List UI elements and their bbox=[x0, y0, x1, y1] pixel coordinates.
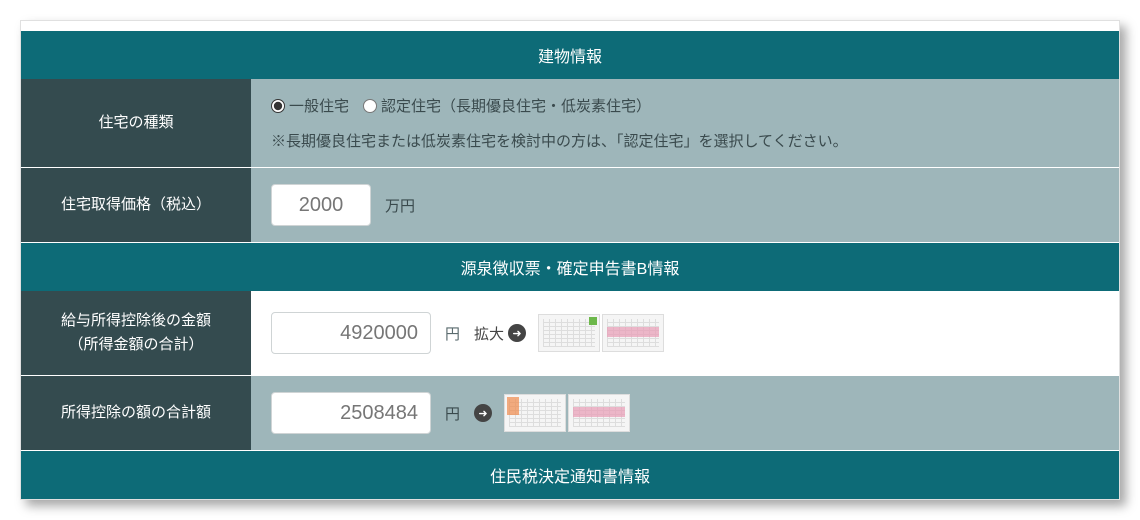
radio-general-label: 一般住宅 bbox=[289, 95, 349, 116]
label-deduction: 所得控除の額の合計額 bbox=[21, 376, 251, 450]
content-house-type: 一般住宅 認定住宅（長期優良住宅・低炭素住宅） ※長期優良住宅または低炭素住宅を… bbox=[251, 79, 1119, 167]
house-type-note: ※長期優良住宅または低炭素住宅を検討中の方は、「認定住宅」を選択してください。 bbox=[271, 130, 1099, 151]
expand-button[interactable]: 拡大 ➜ bbox=[474, 323, 526, 344]
thumbnail-group-deduction bbox=[504, 394, 630, 432]
price-input[interactable] bbox=[271, 184, 371, 226]
arrow-right-icon: ➜ bbox=[508, 324, 526, 342]
section-header-tax: 源泉徴収票・確定申告書B情報 bbox=[21, 243, 1119, 291]
expand-label: 拡大 bbox=[474, 323, 504, 344]
row-house-type: 住宅の種類 一般住宅 認定住宅（長期優良住宅・低炭素住宅） ※長期優良住宅または… bbox=[21, 79, 1119, 168]
thumbnail-form-icon[interactable] bbox=[602, 314, 664, 352]
label-income-line2: （所得金額の合計） bbox=[68, 333, 203, 357]
label-income-line1: 給与所得控除後の金額 bbox=[61, 309, 211, 333]
radio-certified-label: 認定住宅（長期優良住宅・低炭素住宅） bbox=[381, 95, 651, 116]
deduction-input[interactable] bbox=[271, 392, 431, 434]
price-unit: 万円 bbox=[385, 195, 415, 216]
content-income: 円 拡大 ➜ bbox=[251, 291, 1119, 375]
form-container: 建物情報 住宅の種類 一般住宅 認定住宅（長期優良住宅・低炭素住宅） ※長期優良… bbox=[20, 20, 1120, 500]
radio-certified-input[interactable] bbox=[363, 99, 377, 113]
thumbnail-form-icon[interactable] bbox=[504, 394, 566, 432]
radio-option-general[interactable]: 一般住宅 bbox=[271, 95, 349, 116]
income-unit: 円 bbox=[445, 323, 460, 344]
thumbnail-form-icon[interactable] bbox=[538, 314, 600, 352]
thumbnail-form-icon[interactable] bbox=[568, 394, 630, 432]
deduction-unit: 円 bbox=[445, 403, 460, 424]
content-price: 万円 bbox=[251, 168, 1119, 242]
label-house-type: 住宅の種類 bbox=[21, 79, 251, 167]
label-price: 住宅取得価格（税込） bbox=[21, 168, 251, 242]
content-deduction: 円 ➜ bbox=[251, 376, 1119, 450]
house-type-radio-group: 一般住宅 認定住宅（長期優良住宅・低炭素住宅） bbox=[271, 95, 1099, 116]
row-deduction: 所得控除の額の合計額 円 ➜ bbox=[21, 376, 1119, 451]
income-input[interactable] bbox=[271, 312, 431, 354]
thumbnail-group-income bbox=[538, 314, 664, 352]
radio-option-certified[interactable]: 認定住宅（長期優良住宅・低炭素住宅） bbox=[363, 95, 651, 116]
section-header-building: 建物情報 bbox=[21, 31, 1119, 79]
row-price: 住宅取得価格（税込） 万円 bbox=[21, 168, 1119, 243]
row-income: 給与所得控除後の金額 （所得金額の合計） 円 拡大 ➜ bbox=[21, 291, 1119, 376]
radio-general-input[interactable] bbox=[271, 99, 285, 113]
label-income: 給与所得控除後の金額 （所得金額の合計） bbox=[21, 291, 251, 375]
arrow-right-icon[interactable]: ➜ bbox=[474, 404, 492, 422]
section-header-resident-tax: 住民税決定通知書情報 bbox=[21, 451, 1119, 499]
